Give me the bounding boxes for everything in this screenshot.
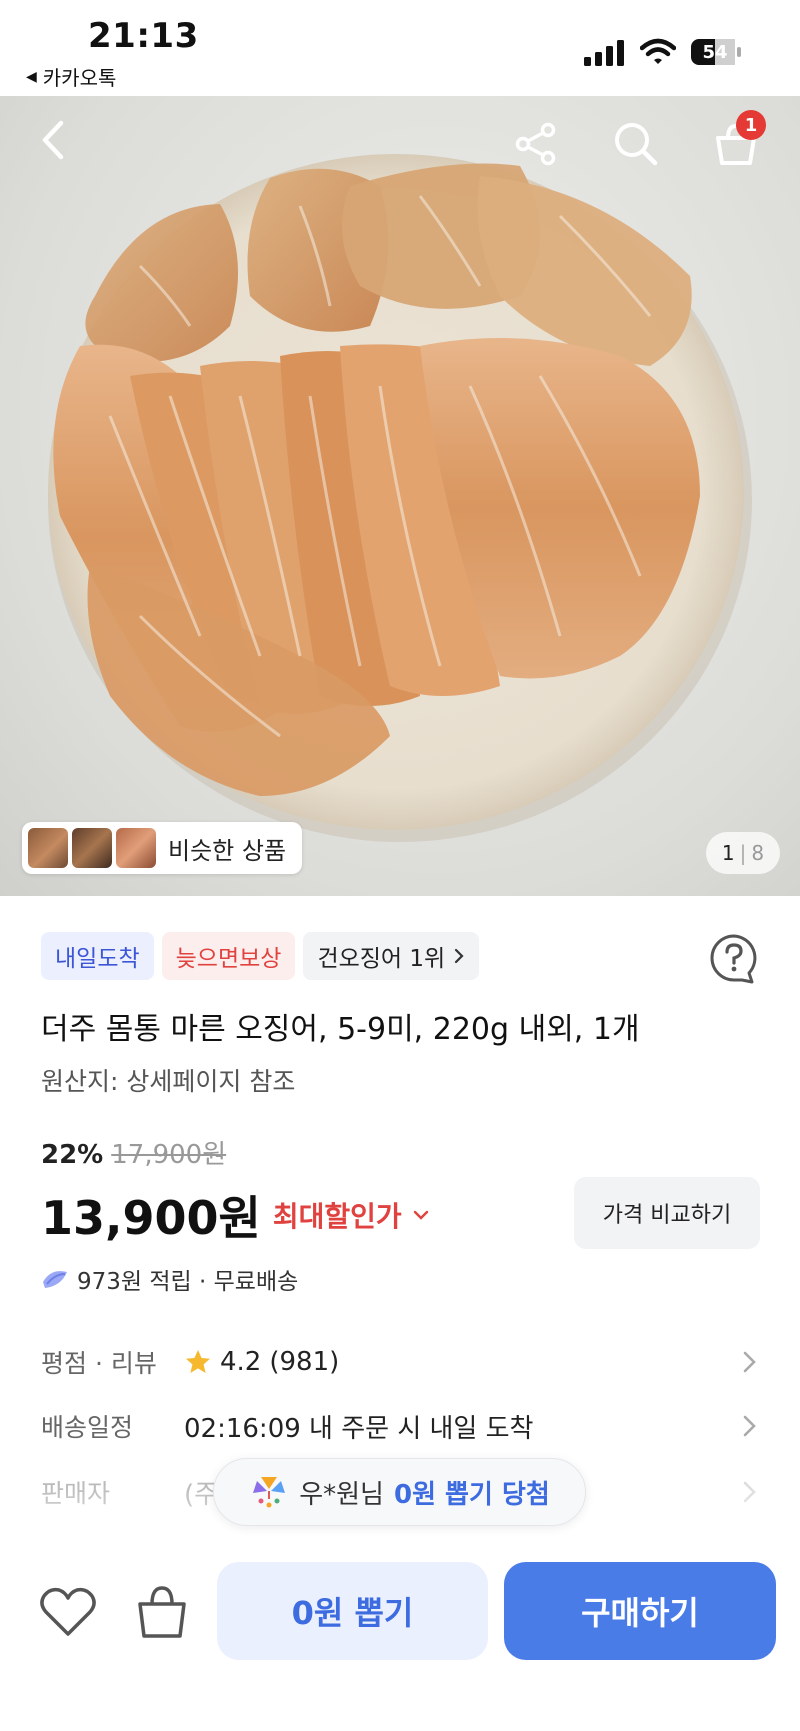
page-current: 1: [721, 841, 735, 865]
reward-row: 973원 적립 · 무료배송: [41, 1262, 298, 1296]
chevron-right-icon: [455, 948, 464, 964]
cart-count-badge: 1: [736, 110, 766, 140]
star-icon: [186, 1350, 210, 1373]
draw-win-toast: 우*원님 0원 뽑기 당첨: [213, 1458, 586, 1526]
back-app-label: 카카오톡: [42, 66, 117, 90]
seller-label: 판매자: [41, 1479, 111, 1508]
rating-review-row[interactable]: 평점 · 리뷰 4.2 (981): [41, 1342, 759, 1382]
similar-thumbnail: [116, 828, 156, 868]
badge-category-rank[interactable]: 건오징어 1위: [303, 932, 480, 980]
rating-score: 4.2: [220, 1347, 262, 1377]
discount-rate: 22%: [41, 1140, 104, 1170]
toast-win-text: 0원 뽑기 당첨: [393, 1479, 550, 1510]
badge-late-compensation: 늦으면보상: [161, 932, 296, 980]
chevron-right-icon: [743, 1351, 756, 1373]
status-time: 21:13: [88, 16, 199, 56]
party-popper-icon: [253, 1477, 286, 1508]
chevron-left-icon: [42, 120, 64, 160]
similar-thumbnail: [72, 828, 112, 868]
chevron-down-icon: [413, 1210, 428, 1220]
badge-tomorrow-delivery: 내일도착: [41, 932, 154, 980]
product-photo: [48, 154, 752, 842]
chevron-right-icon: [743, 1481, 756, 1503]
search-button[interactable]: [608, 116, 664, 172]
category-rank-label: 건오징어 1위: [317, 946, 446, 972]
toast-user-name: 우*원님: [299, 1479, 384, 1510]
question-chat-icon[interactable]: [708, 932, 760, 984]
product-origin: 원산지: 상세페이지 참조: [41, 1067, 296, 1096]
page-separator: |: [739, 841, 747, 865]
battery-icon: 54: [690, 38, 742, 66]
product-title: 더주 몸통 마른 오징어, 5-9미, 220g 내외, 1개: [41, 1012, 640, 1047]
share-icon: [515, 122, 556, 166]
price-compare-button[interactable]: 가격 비교하기: [574, 1177, 760, 1249]
buy-button[interactable]: 구매하기: [504, 1562, 776, 1660]
cart-button[interactable]: 1: [706, 110, 766, 172]
heart-icon[interactable]: [38, 1584, 98, 1640]
back-to-app-link[interactable]: ◀ 카카오톡: [26, 62, 116, 91]
image-page-indicator: 1 | 8: [706, 832, 780, 874]
status-bar: 21:13 ◀ 카카오톡 54: [0, 0, 800, 96]
back-triangle-icon: ◀: [26, 68, 37, 85]
add-to-cart-bag-icon[interactable]: [134, 1582, 190, 1640]
review-count: (981): [269, 1347, 340, 1377]
cellular-signal-icon: [584, 40, 624, 66]
product-badges: 내일도착 늦으면보상 건오징어 1위: [41, 932, 480, 980]
original-price: 17,900원: [111, 1140, 227, 1170]
wifi-icon: [640, 38, 676, 64]
reward-points-icon: [43, 1271, 67, 1288]
page-total: 8: [751, 841, 765, 865]
reward-text: 973원 적립 · 무료배송: [77, 1269, 299, 1295]
similar-products-button[interactable]: 비슷한 상품: [22, 822, 303, 874]
sale-price: 13,900원: [41, 1191, 261, 1245]
rating-value-group: 4.2 (981): [184, 1347, 339, 1377]
product-image-carousel[interactable]: 1 비슷한 상품 1 | 8: [0, 96, 800, 896]
search-icon: [615, 123, 658, 166]
discount-row: 22% 17,900원: [41, 1134, 226, 1171]
delivery-schedule-row[interactable]: 배송일정 02:16:09 내 주문 시 내일 도착: [41, 1406, 759, 1446]
max-discount-label: 최대할인가: [272, 1200, 402, 1233]
zero-won-draw-button[interactable]: 0원 뽑기: [217, 1562, 488, 1660]
similar-thumbnail: [28, 828, 68, 868]
battery-level: 54: [702, 41, 728, 63]
back-button[interactable]: [28, 116, 76, 164]
delivery-value: 02:16:09 내 주문 시 내일 도착: [184, 1413, 534, 1444]
chevron-right-icon: [743, 1415, 756, 1437]
bottom-action-bar: 0원 뽑기 구매하기: [0, 1540, 800, 1731]
max-discount-toggle[interactable]: 최대할인가: [273, 1195, 430, 1235]
similar-products-label: 비슷한 상품: [168, 836, 287, 865]
delivery-label: 배송일정: [41, 1413, 134, 1442]
rating-label: 평점 · 리뷰: [41, 1349, 157, 1378]
share-button[interactable]: [508, 116, 564, 172]
price-row: 13,900원 최대할인가: [41, 1182, 430, 1248]
